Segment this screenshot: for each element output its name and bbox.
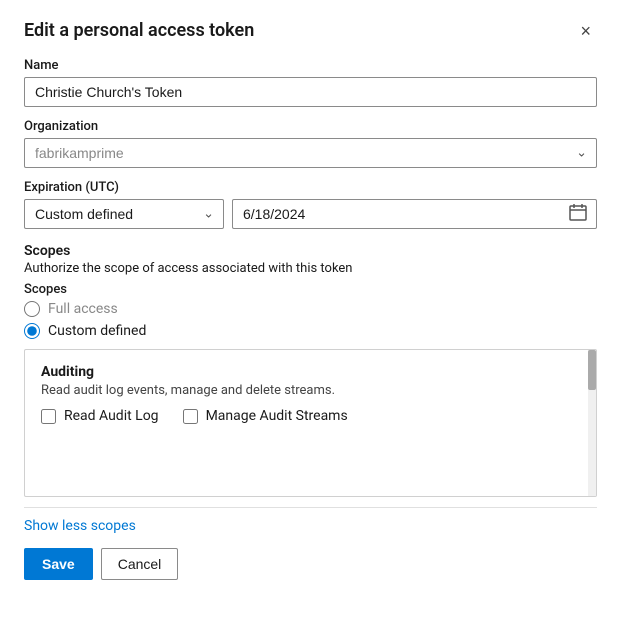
- expiration-dropdown[interactable]: Custom defined 30 days 60 days 90 days: [24, 199, 224, 229]
- scopes-scroll-area[interactable]: Auditing Read audit log events, manage a…: [24, 349, 597, 497]
- scopes-title: Scopes: [24, 243, 597, 259]
- date-input-wrapper: [232, 199, 597, 229]
- name-field-group: Name: [24, 58, 597, 107]
- full-access-label: Full access: [48, 301, 118, 317]
- show-scopes-link[interactable]: Show less scopes: [24, 518, 136, 534]
- full-access-radio-row: Full access: [24, 301, 597, 317]
- scrollbar-thumb: [588, 350, 596, 390]
- custom-defined-radio[interactable]: [24, 323, 40, 339]
- custom-defined-label: Custom defined: [48, 323, 146, 339]
- expiration-field-group: Expiration (UTC) Custom defined 30 days …: [24, 180, 597, 229]
- name-input[interactable]: [24, 77, 597, 107]
- custom-defined-radio-row: Custom defined: [24, 323, 597, 339]
- full-access-radio[interactable]: [24, 301, 40, 317]
- scopes-inner: Auditing Read audit log events, manage a…: [25, 350, 596, 438]
- read-audit-log-label: Read Audit Log: [64, 408, 159, 424]
- manage-audit-streams-row: Manage Audit Streams: [183, 408, 348, 424]
- auditing-group-title: Auditing: [41, 364, 580, 380]
- manage-audit-streams-checkbox[interactable]: [183, 409, 198, 424]
- auditing-checkboxes: Read Audit Log Manage Audit Streams: [41, 408, 580, 424]
- dialog-header: Edit a personal access token ×: [24, 20, 597, 42]
- edit-token-dialog: Edit a personal access token × Name Orga…: [0, 0, 621, 626]
- org-select-wrapper: ⌄: [24, 138, 597, 168]
- read-audit-log-checkbox[interactable]: [41, 409, 56, 424]
- cancel-button[interactable]: Cancel: [101, 548, 179, 580]
- scopes-section: Scopes Authorize the scope of access ass…: [24, 243, 597, 497]
- org-label: Organization: [24, 119, 597, 134]
- expiration-label: Expiration (UTC): [24, 180, 597, 195]
- auditing-group-desc: Read audit log events, manage and delete…: [41, 383, 580, 398]
- scopes-label: Scopes: [24, 282, 597, 297]
- org-field-group: Organization ⌄: [24, 119, 597, 168]
- dialog-title: Edit a personal access token: [24, 20, 254, 41]
- name-label: Name: [24, 58, 597, 73]
- scrollbar-track: [588, 350, 596, 496]
- save-button[interactable]: Save: [24, 548, 93, 580]
- scopes-radio-group: Full access Custom defined: [24, 301, 597, 339]
- scopes-description: Authorize the scope of access associated…: [24, 261, 597, 276]
- org-input: [24, 138, 597, 168]
- expiration-select-wrapper: Custom defined 30 days 60 days 90 days ⌄: [24, 199, 224, 229]
- close-button[interactable]: ×: [574, 20, 597, 42]
- footer-buttons: Save Cancel: [24, 548, 597, 580]
- expiration-row: Custom defined 30 days 60 days 90 days ⌄: [24, 199, 597, 229]
- manage-audit-streams-label: Manage Audit Streams: [206, 408, 348, 424]
- date-input[interactable]: [232, 199, 597, 229]
- read-audit-log-row: Read Audit Log: [41, 408, 159, 424]
- divider: [24, 507, 597, 508]
